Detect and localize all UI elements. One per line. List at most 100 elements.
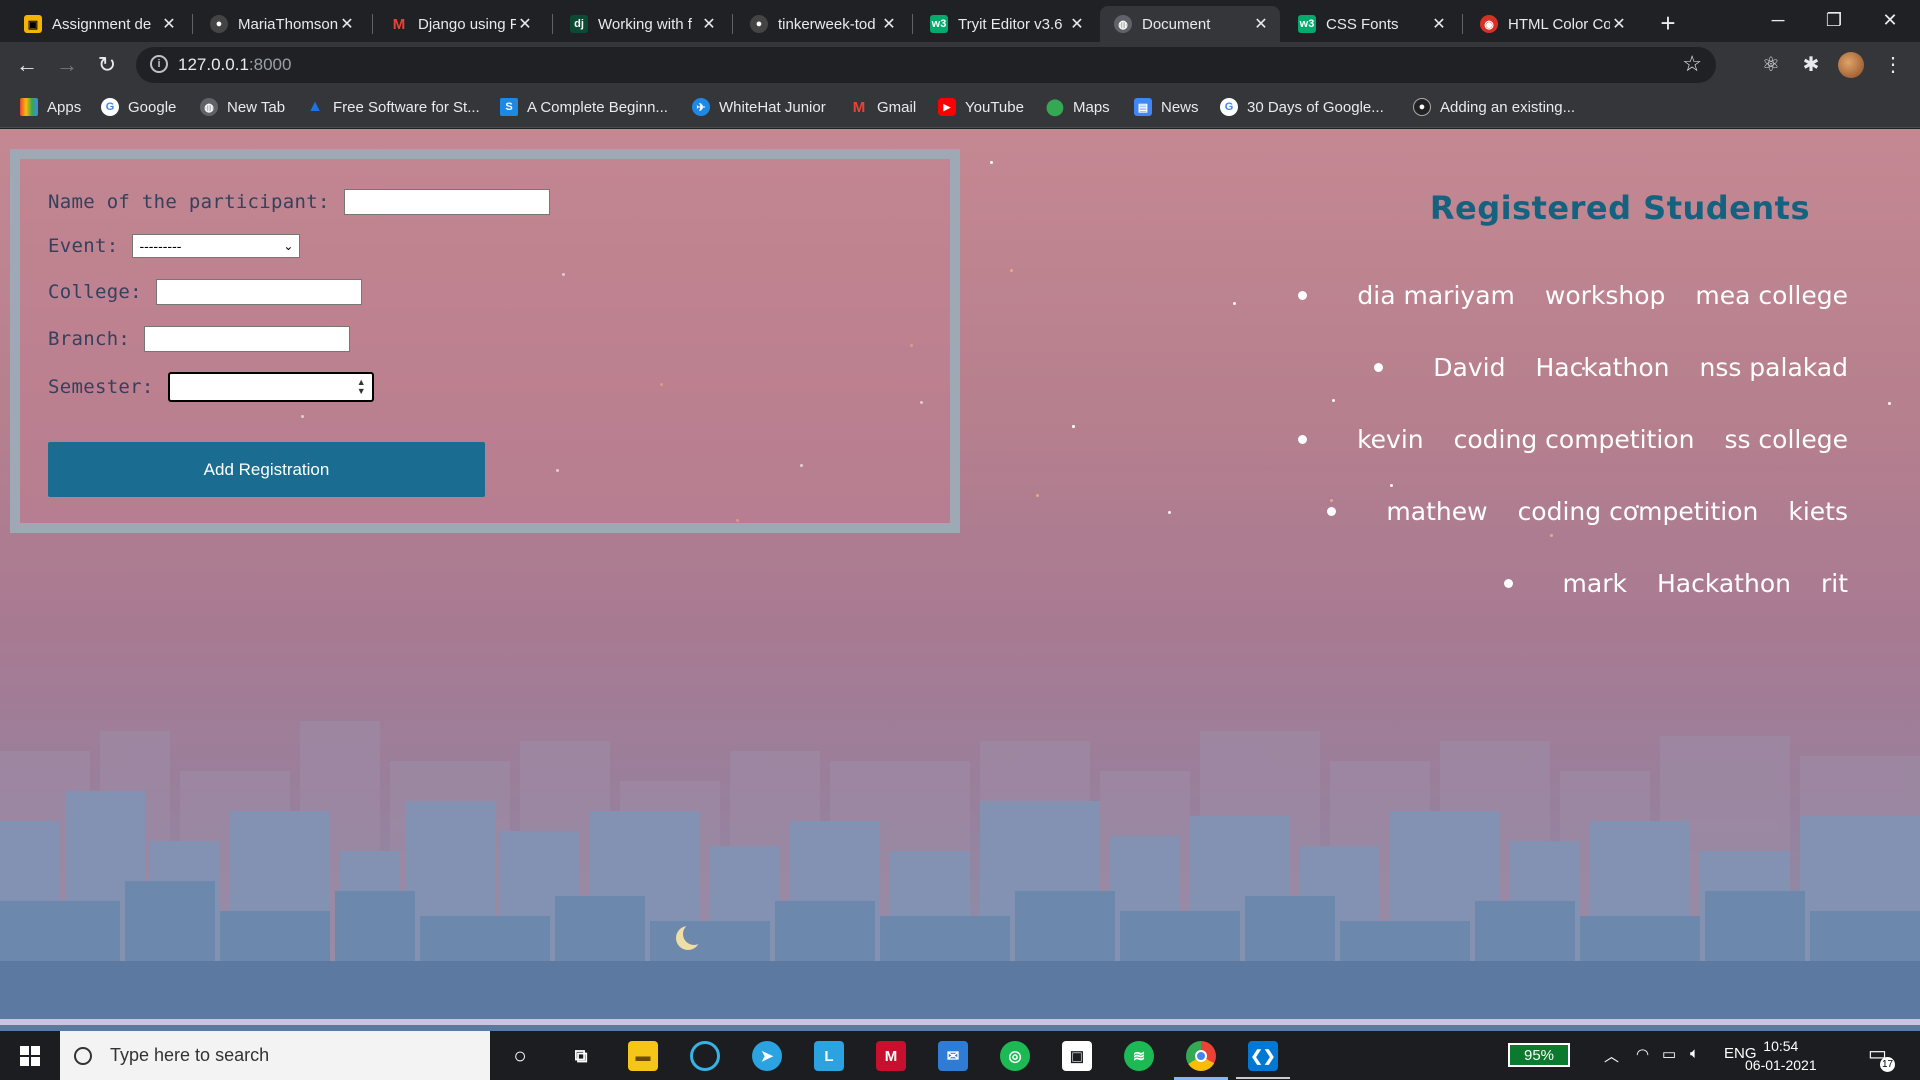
chrome-icon[interactable] bbox=[1186, 1041, 1216, 1071]
reload-icon[interactable]: ↻ bbox=[92, 50, 122, 80]
bookmark-google[interactable]: G Google bbox=[101, 98, 176, 116]
bookmark-complete-beginner[interactable]: SA Complete Beginn... bbox=[500, 98, 668, 116]
django-icon: dj bbox=[570, 15, 588, 33]
address-bar[interactable]: i 127.0.0.1:8000 ☆ bbox=[136, 47, 1716, 83]
page-content: Name of the participant: Event: --------… bbox=[0, 129, 1920, 1031]
close-icon[interactable]: ✕ bbox=[1252, 14, 1270, 34]
college-input[interactable] bbox=[155, 279, 362, 305]
bookmark-apps[interactable]: Apps bbox=[20, 98, 81, 116]
battery-icon[interactable]: ▭ bbox=[1662, 1045, 1676, 1063]
tab-django-docs[interactable]: dj Working with f ✕ bbox=[556, 6, 728, 42]
extension-react-icon[interactable]: ⚛ bbox=[1758, 52, 1784, 78]
telegram-icon[interactable]: ➤ bbox=[752, 1041, 782, 1071]
student-college: kiets bbox=[1788, 496, 1848, 526]
college-row: College: bbox=[48, 279, 362, 305]
tab-github-mariathomson[interactable]: ● MariaThomson ✕ bbox=[196, 6, 366, 42]
youtube-icon: ▶ bbox=[938, 98, 956, 116]
clock-time: 10:54 bbox=[1763, 1038, 1799, 1054]
participant-name-input[interactable] bbox=[343, 189, 550, 215]
bookmark-news[interactable]: ▤ News bbox=[1134, 98, 1199, 116]
close-icon[interactable]: ✕ bbox=[516, 14, 534, 34]
spinner-arrows-icon[interactable]: ▲ ▼ bbox=[357, 378, 366, 396]
back-arrow-icon[interactable]: ← bbox=[12, 50, 42, 80]
apps-grid-icon bbox=[20, 98, 38, 116]
close-icon[interactable]: ✕ bbox=[160, 14, 178, 34]
registered-students-list: dia mariyam workshop mea college David H… bbox=[1298, 259, 1848, 619]
registered-students-heading: Registered Students bbox=[1429, 189, 1810, 227]
semester-row: Semester: ▲ ▼ bbox=[48, 372, 374, 402]
task-view-icon[interactable]: ⧉ bbox=[566, 1041, 596, 1071]
tab-tinkerweek[interactable]: ● tinkerweek-tod ✕ bbox=[736, 6, 908, 42]
window-close-button[interactable]: ✕ bbox=[1862, 0, 1918, 40]
new-tab-button[interactable]: + bbox=[1652, 8, 1684, 40]
windows-logo-icon bbox=[20, 1045, 40, 1066]
close-icon[interactable]: ✕ bbox=[338, 14, 356, 34]
semester-number-input[interactable]: ▲ ▼ bbox=[167, 372, 374, 402]
wifi-icon[interactable]: ◠ bbox=[1636, 1045, 1649, 1063]
bookmark-30-days-google[interactable]: G 30 Days of Google... bbox=[1220, 98, 1384, 116]
add-registration-button[interactable]: Add Registration bbox=[48, 442, 485, 497]
student-event: Hackathon bbox=[1656, 568, 1791, 598]
extensions-puzzle-icon[interactable]: ✱ bbox=[1798, 52, 1824, 78]
close-icon[interactable]: ✕ bbox=[880, 14, 898, 34]
menu-kebab-icon[interactable]: ⋮ bbox=[1880, 52, 1906, 78]
bookmark-gmail[interactable]: M Gmail bbox=[850, 98, 916, 116]
close-icon[interactable]: ✕ bbox=[700, 14, 718, 34]
spotify-icon[interactable]: ≋ bbox=[1124, 1041, 1154, 1071]
restore-button[interactable]: ❐ bbox=[1806, 0, 1862, 40]
info-icon[interactable]: i bbox=[150, 55, 168, 73]
browser-toolbar: ← → ↻ i 127.0.0.1:8000 ☆ ⚛ ✱ ⋮ bbox=[0, 42, 1920, 88]
tab-html-color-codes[interactable]: ◉ HTML Color Co ✕ bbox=[1466, 6, 1638, 42]
event-label: Event: bbox=[48, 235, 119, 257]
taskbar-search-box[interactable]: Type here to search bbox=[60, 1031, 490, 1080]
browser-tab-strip: ▣ Assignment de ✕ ● MariaThomson ✕ M Dja… bbox=[0, 0, 1920, 42]
list-item: David Hackathon nss palakad bbox=[1298, 331, 1848, 403]
branch-input[interactable] bbox=[144, 326, 351, 352]
bookmark-star-icon[interactable]: ☆ bbox=[1682, 51, 1702, 77]
maps-app-icon[interactable]: ◎ bbox=[1000, 1041, 1030, 1071]
student-event: coding competition bbox=[1517, 496, 1759, 526]
bookmark-maps[interactable]: ⬤ Maps bbox=[1046, 98, 1110, 117]
whitehat-icon: ✈ bbox=[692, 98, 710, 116]
globe-icon: ◍ bbox=[200, 98, 218, 116]
bookmark-adding-existing[interactable]: ● Adding an existing... bbox=[1413, 98, 1575, 116]
tab-tryit-editor[interactable]: w3 Tryit Editor v3.6 ✕ bbox=[916, 6, 1096, 42]
star-decoration bbox=[1233, 302, 1236, 305]
student-name: kevin bbox=[1357, 424, 1424, 454]
event-select[interactable]: --------- ⌄ bbox=[132, 234, 301, 258]
l-app-icon[interactable]: L bbox=[814, 1041, 844, 1071]
tab-css-fonts[interactable]: w3 CSS Fonts ✕ bbox=[1284, 6, 1458, 42]
tab-document[interactable]: ◍ Document ✕ bbox=[1100, 6, 1280, 42]
branch-row: Branch: bbox=[48, 326, 351, 352]
tab-separator bbox=[912, 14, 913, 34]
close-icon[interactable]: ✕ bbox=[1610, 14, 1628, 34]
tab-django[interactable]: M Django using P ✕ bbox=[376, 6, 544, 42]
screen-capture-icon[interactable]: ▣ bbox=[1062, 1041, 1092, 1071]
edge-icon[interactable] bbox=[690, 1041, 720, 1071]
file-explorer-icon[interactable]: ▬ bbox=[628, 1041, 658, 1071]
tab-assignment[interactable]: ▣ Assignment de ✕ bbox=[10, 6, 188, 42]
cortana-icon[interactable]: ○ bbox=[505, 1041, 535, 1071]
github-icon: ● bbox=[1413, 98, 1431, 116]
system-clock[interactable]: 10:54 06-01-2021 bbox=[1745, 1037, 1817, 1075]
bookmark-new-tab[interactable]: ◍ New Tab bbox=[200, 98, 285, 116]
forward-arrow-icon[interactable]: → bbox=[52, 50, 82, 80]
map-pin-icon: ⬤ bbox=[1046, 99, 1064, 116]
chevron-up-icon[interactable]: ︿ bbox=[1604, 1045, 1619, 1066]
bookmark-whitehat[interactable]: ✈ WhiteHat Junior bbox=[692, 98, 826, 116]
list-item: mark Hackathon rit bbox=[1298, 547, 1848, 619]
profile-avatar[interactable] bbox=[1838, 52, 1864, 78]
bookmark-free-software[interactable]: ▲ Free Software for St... bbox=[306, 98, 480, 116]
mail-icon[interactable]: ✉ bbox=[938, 1041, 968, 1071]
mcafee-icon[interactable]: M bbox=[876, 1041, 906, 1071]
bookmark-youtube[interactable]: ▶ YouTube bbox=[938, 98, 1024, 116]
close-icon[interactable]: ✕ bbox=[1430, 14, 1448, 34]
minimize-button[interactable]: ─ bbox=[1750, 0, 1806, 40]
windows-start-button[interactable] bbox=[0, 1031, 60, 1080]
tab-separator bbox=[552, 14, 553, 34]
battery-indicator[interactable]: 95% bbox=[1508, 1043, 1570, 1067]
volume-icon[interactable]: 🔈︎ bbox=[1690, 1045, 1699, 1062]
vscode-icon[interactable]: ❮❯ bbox=[1248, 1041, 1278, 1071]
close-icon[interactable]: ✕ bbox=[1068, 14, 1086, 34]
bookmarks-bar: Apps G Google ◍ New Tab ▲ Free Software for… bbox=[0, 88, 1920, 128]
